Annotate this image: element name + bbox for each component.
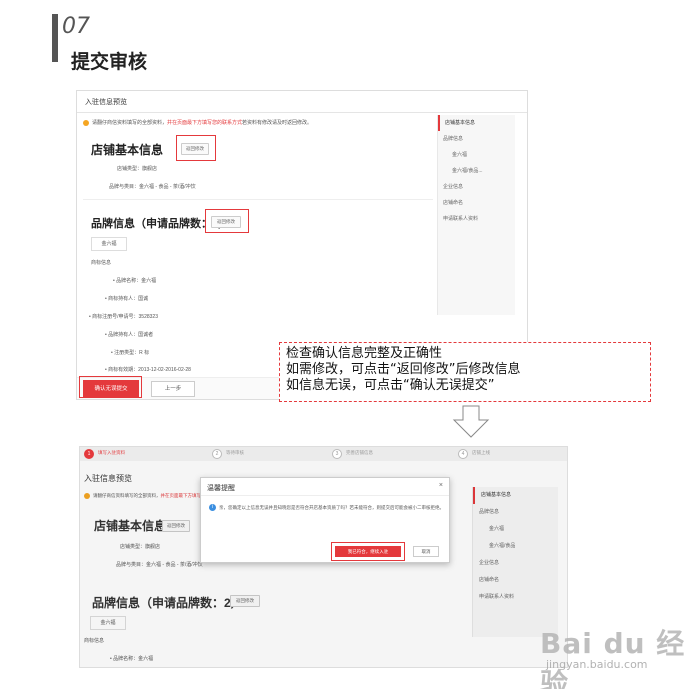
dialog-title: 温馨提醒 [207,485,235,492]
preview-header: 入驻信息预览 [77,91,527,113]
highlight-box [176,135,216,161]
cancel-button[interactable]: 取消 [413,546,439,557]
side-nav-item[interactable]: 店铺命名 [438,195,515,211]
preview-side-nav: 店铺基本信息 品牌信息 金六福 金六福/食品... 企业信息 店铺命名 申请联系人资料 [437,115,515,315]
modal-overlay: 温馨提醒 × i 亲，您确定以上信息无误并且知晓您是否符合开店基本资质了吗？若未能… [80,461,567,667]
brand-tag[interactable]: 金六福 [91,237,127,251]
divider [83,199,433,200]
step-dot: 1 [84,449,94,459]
side-nav-item[interactable]: 企业信息 [438,179,515,195]
registration-type: • 注册类型：R 标 [111,350,150,356]
callout-line: 检查确认信息完整及正确性 [286,346,443,361]
store-type: 店铺类型：旗舰店 [117,166,158,172]
dialog-message: i 亲，您确定以上信息无误并且知晓您是否符合开店基本资质了吗？若未能符合，则提交后… [209,504,445,512]
brand-holder: • 品牌持有人：国诚者 [105,332,154,338]
callout-line: 如需修改，可点击“返回修改”后修改信息 [286,362,521,377]
step-accent-bar [52,14,58,62]
step-label: 等待审核 [226,450,244,455]
trademark-owner: • 商标持有人：国诚 [105,296,149,302]
highlight-box [205,209,249,233]
progress-steps: 1 填写入驻资料 2 等待审核 3 完善店铺信息 4 店铺上线 [80,447,567,461]
watermark-logo: Bai du 经验 [540,627,686,689]
close-icon[interactable]: × [439,482,443,489]
callout-line: 如信息无误，可点击“确认无误提交” [286,378,495,393]
previous-step-button[interactable]: 上一步 [151,381,195,397]
confirm-dialog-screenshot: 1 填写入驻资料 2 等待审核 3 完善店铺信息 4 店铺上线 入驻信息预览 请… [79,446,568,668]
preview-notice: 请翻仔商信资料填写的全部资料，并在页面最下方填写您的联系方式若资料有修改请及时返… [83,117,433,129]
reminder-dialog: 温馨提醒 × i 亲，您确定以上信息无误并且知晓您是否符合开店基本资质了吗？若未能… [200,477,450,563]
step-label: 填写入驻资料 [98,450,125,455]
step-label: 完善店铺信息 [346,450,373,455]
down-arrow-icon [452,405,490,438]
warning-icon [83,119,89,126]
store-category: 品牌与类目：金六福 - 食品 - 茶/酒/冲饮 [109,184,196,190]
side-nav-item[interactable]: 店铺基本信息 [438,115,515,131]
step-title: 提交审核 [71,51,148,73]
baidu-jingyan-watermark: Bai du 经验 jingyan.baidu.com [540,622,690,689]
trademark-validity: • 商标有效期：2013-12-02-2016-02-28 [105,367,191,373]
info-icon: i [209,504,216,511]
side-nav-item[interactable]: 金六福/食品... [438,163,515,179]
brand-name: • 品牌名称：金六福 [113,278,157,284]
step-number: 07 [62,14,90,39]
side-nav-item[interactable]: 金六福 [438,147,515,163]
confirm-continue-button[interactable]: 我已符合，继续入驻 [335,546,401,557]
side-nav-item[interactable]: 品牌信息 [438,131,515,147]
instruction-callout: 检查确认信息完整及正确性 如需修改，可点击“返回修改”后修改信息 如信息无误，可… [279,342,651,402]
step-dot: 3 [332,449,342,459]
registration-number: • 商标注册号/申请号：3528323 [89,314,158,320]
side-nav-item[interactable]: 申请联系人资料 [438,211,515,227]
highlight-box [79,376,142,398]
step-dot: 2 [212,449,222,459]
step-label: 店铺上线 [472,450,490,455]
step-dot: 4 [458,449,468,459]
store-info-title: 店铺基本信息 [91,143,164,157]
trademark-label: 商标信息 [91,260,112,266]
watermark-url: jingyan.baidu.com [546,658,648,671]
